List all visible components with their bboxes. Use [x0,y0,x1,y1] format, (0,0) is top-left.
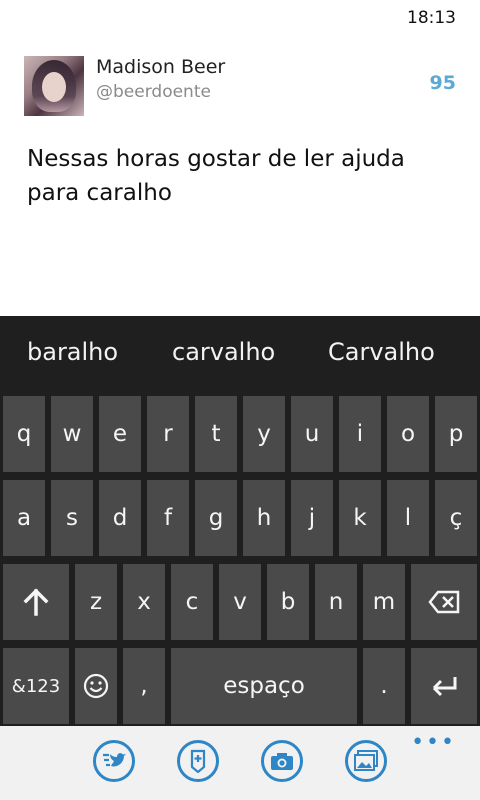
image-gallery-icon [354,750,378,771]
key-v[interactable]: v [219,564,261,640]
twitter-bird-icon [103,753,126,767]
arrow-up-icon [23,588,49,616]
key-t[interactable]: t [195,396,237,472]
key-y[interactable]: y [243,396,285,472]
key-z[interactable]: z [75,564,117,640]
user-name: Madison Beer [96,56,226,78]
backspace-icon [428,590,460,614]
key-o[interactable]: o [387,396,429,472]
key-q[interactable]: q [3,396,45,472]
suggestion-baralho[interactable]: baralho [27,338,118,366]
key-g[interactable]: g [195,480,237,556]
key-i[interactable]: i [339,396,381,472]
tweet-compose-text[interactable]: Nessas horas gostar de ler ajuda para ca… [27,142,457,210]
avatar-face [42,72,66,102]
camera-icon [271,753,293,770]
key-w[interactable]: w [51,396,93,472]
key-j[interactable]: j [291,480,333,556]
smiley-icon [83,673,109,699]
status-bar: 18:13 [0,0,480,34]
comma-key[interactable]: , [123,648,165,724]
app-bar: ••• [0,726,480,800]
emoji-key[interactable] [75,648,117,724]
key-f[interactable]: f [147,480,189,556]
character-counter: 95 [429,72,456,94]
key-e[interactable]: e [99,396,141,472]
enter-key[interactable] [411,648,477,724]
period-key[interactable]: . [363,648,405,724]
key-c[interactable]: c [171,564,213,640]
suggestion-carvalho-capital[interactable]: Carvalho [328,338,435,366]
on-screen-keyboard: baralho carvalho Carvalho q w e r t y u … [0,316,480,726]
key-x[interactable]: x [123,564,165,640]
avatar[interactable] [24,56,84,116]
key-u[interactable]: u [291,396,333,472]
key-a[interactable]: a [3,480,45,556]
key-s[interactable]: s [51,480,93,556]
camera-button[interactable] [261,740,303,782]
symbols-key[interactable]: &123 [3,648,69,724]
more-options-button[interactable]: ••• [411,730,456,755]
enter-icon [432,677,457,697]
key-r[interactable]: r [147,396,189,472]
key-m[interactable]: m [363,564,405,640]
suggestion-carvalho[interactable]: carvalho [172,338,275,366]
space-key[interactable]: espaço [171,648,357,724]
location-pin-icon [190,749,206,773]
key-c-cedilla[interactable]: ç [435,480,477,556]
key-h[interactable]: h [243,480,285,556]
key-d[interactable]: d [99,480,141,556]
key-l[interactable]: l [387,480,429,556]
key-b[interactable]: b [267,564,309,640]
key-k[interactable]: k [339,480,381,556]
tweet-header: Madison Beer @beerdoente 95 [24,56,456,116]
user-handle: @beerdoente [96,82,211,102]
backspace-key[interactable] [411,564,477,640]
key-p[interactable]: p [435,396,477,472]
suggestion-bar: baralho carvalho Carvalho [0,316,480,394]
twitter-button[interactable] [93,740,135,782]
key-n[interactable]: n [315,564,357,640]
clock: 18:13 [407,8,456,28]
location-button[interactable] [177,740,219,782]
shift-key[interactable] [3,564,69,640]
gallery-button[interactable] [345,740,387,782]
